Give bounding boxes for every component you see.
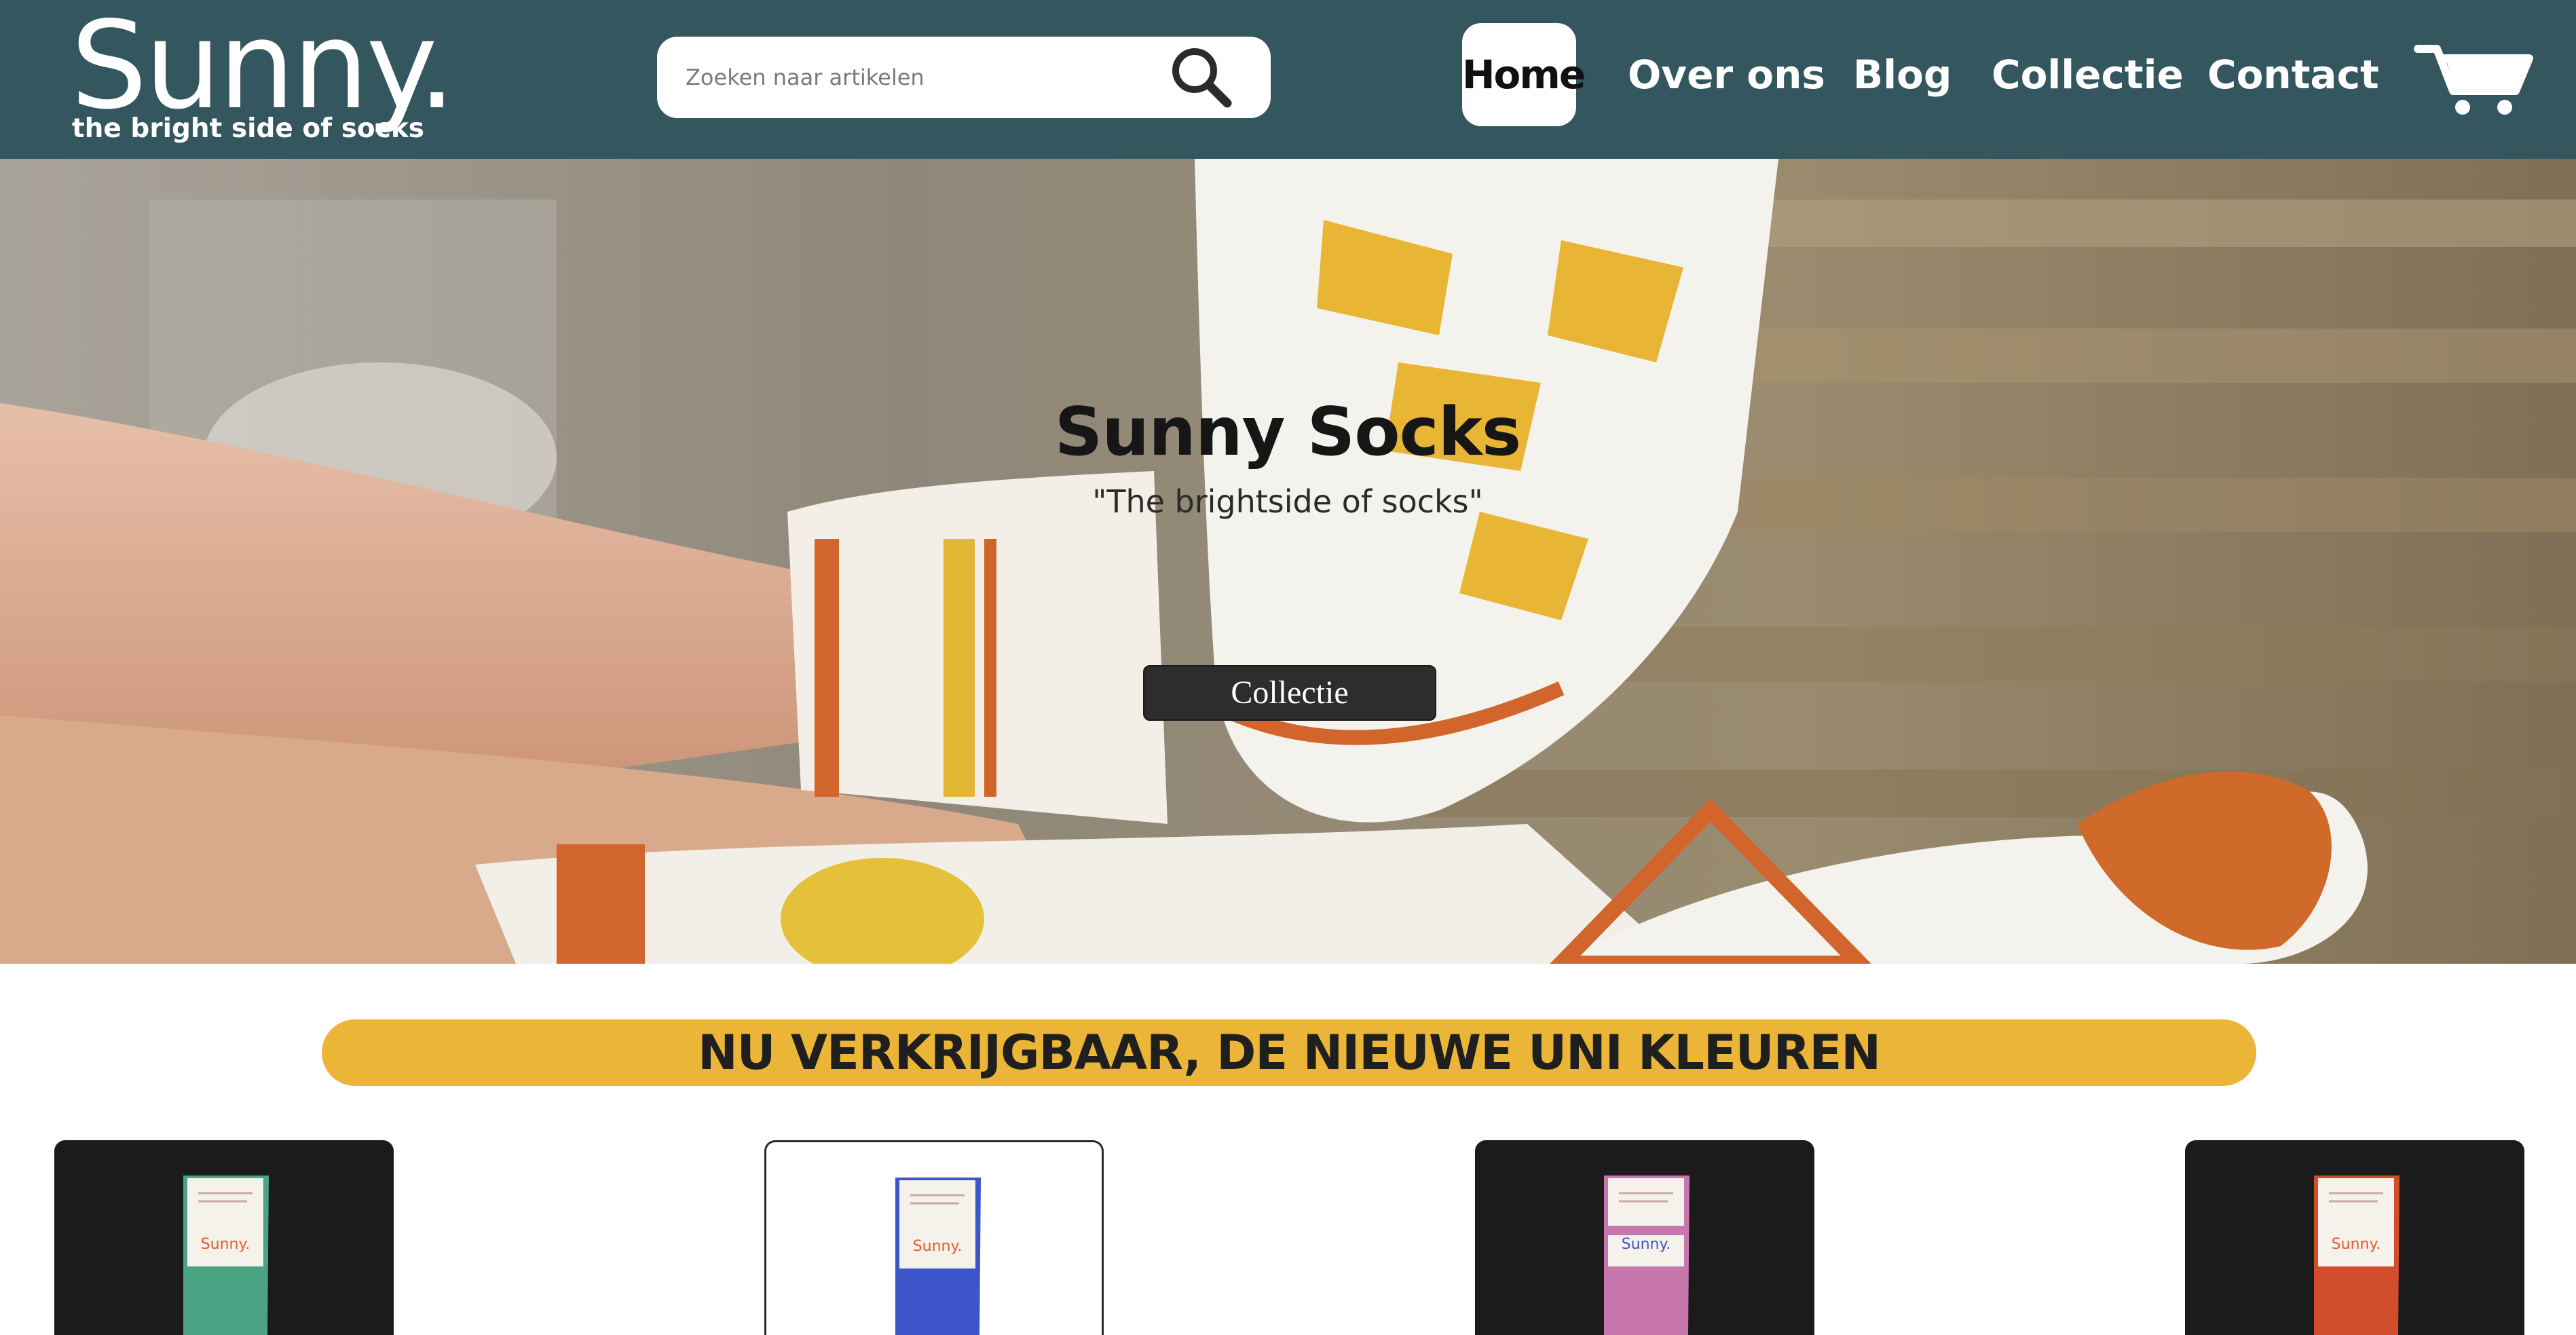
- shopping-cart-icon[interactable]: [2414, 38, 2536, 118]
- product-image-blue-sock: Sunny.: [895, 1178, 981, 1335]
- hero-photo: [0, 159, 2576, 964]
- product-card[interactable]: Sunny.: [2185, 1140, 2524, 1335]
- product-label: Sunny.: [201, 1236, 250, 1253]
- product-image-pink-sock: Sunny.: [1604, 1176, 1690, 1335]
- product-label: Sunny.: [2332, 1236, 2381, 1253]
- hero-section: Sunny Socks "The brightside of socks" Co…: [0, 159, 2576, 964]
- nav-over-ons[interactable]: Over ons: [1628, 23, 1825, 126]
- site-header: Sunny. the bright side of socks Home Ove…: [0, 0, 2576, 159]
- search-input[interactable]: [686, 56, 1161, 99]
- logo-tagline: the bright side of socks: [72, 113, 424, 144]
- product-card[interactable]: Sunny.: [54, 1140, 394, 1335]
- nav-blog[interactable]: Blog: [1853, 23, 1952, 126]
- product-label: Sunny.: [913, 1238, 963, 1255]
- product-card[interactable]: Sunny.: [764, 1140, 1104, 1335]
- product-image-green-sock: Sunny.: [183, 1176, 269, 1335]
- nav-contact[interactable]: Contact: [2207, 23, 2379, 126]
- promo-banner: NU VERKRIJGBAAR, DE NIEUWE UNI KLEUREN: [322, 1019, 2256, 1086]
- product-image-orange-sock: Sunny.: [2314, 1176, 2400, 1335]
- product-card[interactable]: Sunny.: [1475, 1140, 1814, 1335]
- search-icon[interactable]: [1168, 43, 1235, 111]
- site-logo[interactable]: Sunny. the bright side of socks: [71, 0, 456, 144]
- collectie-button[interactable]: Collectie: [1143, 665, 1436, 721]
- nav-home[interactable]: Home: [1462, 23, 1586, 126]
- product-label: Sunny.: [1622, 1236, 1671, 1253]
- hero-title: Sunny Socks: [1054, 394, 1521, 471]
- logo-wordmark: Sunny.: [71, 0, 456, 136]
- hero-subtitle: "The brightside of socks": [1092, 483, 1483, 520]
- nav-collectie[interactable]: Collectie: [1992, 23, 2184, 126]
